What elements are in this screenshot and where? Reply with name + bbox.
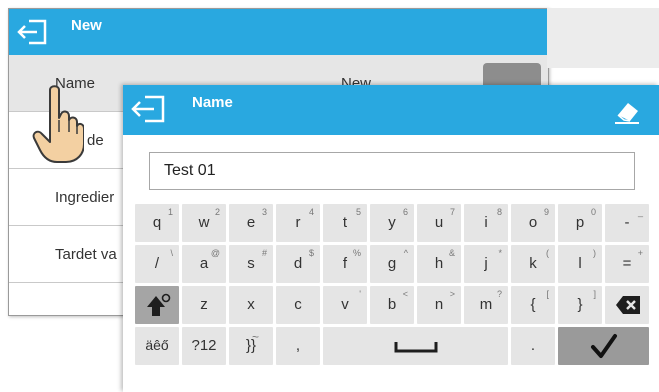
key-period[interactable]: . xyxy=(511,327,555,365)
window-title: New xyxy=(71,17,102,34)
text-input[interactable]: Test 01 xyxy=(149,152,635,190)
key-l[interactable]: ) l xyxy=(558,245,602,283)
key-w[interactable]: 2w xyxy=(182,204,226,242)
key-t[interactable]: 5t xyxy=(323,204,367,242)
key-x[interactable]: x xyxy=(229,286,273,324)
row-label: Ingredier xyxy=(55,189,115,206)
key-d[interactable]: $ d xyxy=(276,245,320,283)
key-j[interactable]: * j xyxy=(464,245,508,283)
key-close-brace[interactable]: ]} xyxy=(558,286,602,324)
language-key[interactable]: äêő xyxy=(135,327,179,365)
eraser-icon[interactable] xyxy=(612,99,642,125)
space-icon xyxy=(394,340,438,354)
key-minus[interactable]: _ - xyxy=(605,204,649,242)
key-k[interactable]: (k xyxy=(511,245,555,283)
key-s[interactable]: # s xyxy=(229,245,273,283)
keyboard-dialog: Name Test 01 1q 2w 3e 4r 5t 6y 7u 8i 9o … xyxy=(123,85,659,392)
side-panel xyxy=(547,8,659,68)
key-u[interactable]: 7u xyxy=(417,204,461,242)
key-o[interactable]: 9o xyxy=(511,204,555,242)
key-b[interactable]: < b xyxy=(370,286,414,324)
key-y[interactable]: 6y xyxy=(370,204,414,242)
key-m[interactable]: ? m xyxy=(464,286,508,324)
key-c[interactable]: c xyxy=(276,286,320,324)
key-open-brace[interactable]: [{ xyxy=(511,286,555,324)
shift-icon xyxy=(145,292,171,318)
dialog-titlebar: Name xyxy=(123,85,659,135)
key-g[interactable]: ^ g xyxy=(370,245,414,283)
row-label: de xyxy=(87,132,104,149)
key-n[interactable]: > n xyxy=(417,286,461,324)
key-braces[interactable]: ~ }} xyxy=(229,327,273,365)
shift-key[interactable] xyxy=(135,286,179,324)
key-q[interactable]: 1q xyxy=(135,204,179,242)
key-comma[interactable]: , xyxy=(276,327,320,365)
dialog-title: Name xyxy=(192,94,233,111)
checkmark-icon xyxy=(590,332,618,360)
back-arrow-icon[interactable] xyxy=(129,95,167,123)
background-titlebar: New xyxy=(9,9,548,55)
backspace-key[interactable] xyxy=(605,286,649,324)
space-key[interactable] xyxy=(323,327,508,365)
back-arrow-icon[interactable] xyxy=(15,19,49,45)
hand-pointer-icon xyxy=(32,84,84,164)
numeric-key[interactable]: ?12 xyxy=(182,327,226,365)
key-equals[interactable]: + = xyxy=(605,245,649,283)
input-value: Test 01 xyxy=(164,162,216,179)
key-p[interactable]: 0p xyxy=(558,204,602,242)
row-label: Tardet va xyxy=(55,246,117,263)
ok-key[interactable] xyxy=(558,327,649,365)
key-r[interactable]: 4r xyxy=(276,204,320,242)
key-a[interactable]: @ a xyxy=(182,245,226,283)
key-v[interactable]: ' v xyxy=(323,286,367,324)
key-z[interactable]: z xyxy=(182,286,226,324)
key-h[interactable]: & h xyxy=(417,245,461,283)
backspace-icon xyxy=(615,295,641,315)
key-i[interactable]: 8i xyxy=(464,204,508,242)
key-e[interactable]: 3e xyxy=(229,204,273,242)
key-f[interactable]: % f xyxy=(323,245,367,283)
key-slash[interactable]: \ / xyxy=(135,245,179,283)
